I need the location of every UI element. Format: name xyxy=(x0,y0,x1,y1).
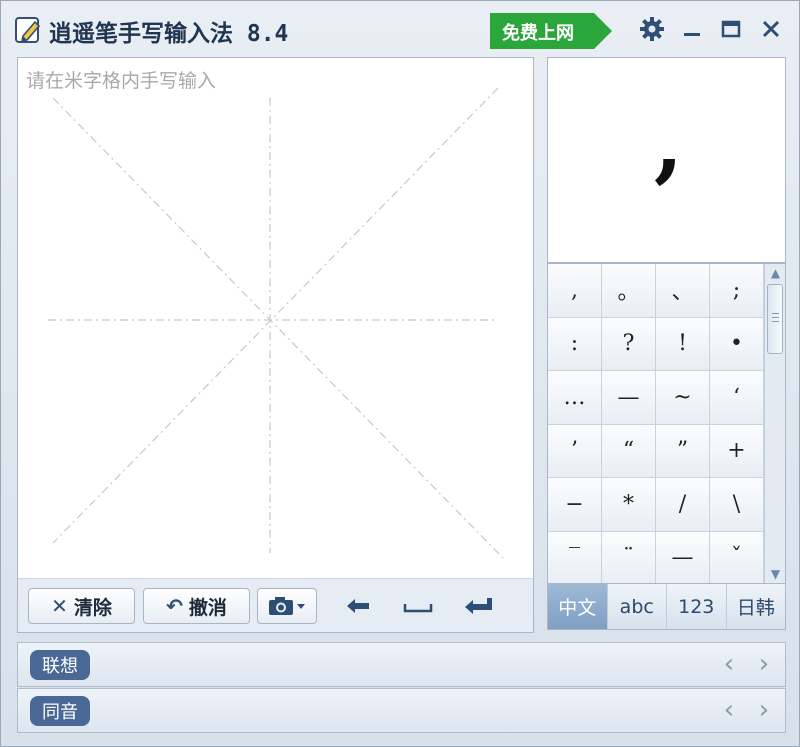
preview-char: , xyxy=(653,92,684,192)
symbol-key[interactable]: / xyxy=(656,478,710,532)
symbol-scrollbar[interactable]: ▲ ▼ xyxy=(764,264,785,583)
space-icon[interactable] xyxy=(401,593,435,619)
symbol-key[interactable]: \ xyxy=(710,478,764,532)
symbol-key[interactable]: 、 xyxy=(656,264,710,318)
association-label[interactable]: 联想 xyxy=(30,650,90,680)
maximize-icon[interactable] xyxy=(717,15,745,43)
lang-tab-3[interactable]: 日韩 xyxy=(726,584,785,629)
symbol-key[interactable]: , xyxy=(548,264,602,318)
undo-button[interactable]: ↶ 撤消 xyxy=(143,588,250,624)
symbol-key[interactable]: ¨ xyxy=(602,531,656,583)
symbol-key[interactable]: — xyxy=(602,371,656,425)
minimize-icon[interactable] xyxy=(678,15,706,43)
undo-label: 撤消 xyxy=(188,596,227,619)
symbol-key[interactable]: ‾ xyxy=(548,531,602,583)
clear-button[interactable]: ✕ 清除 xyxy=(28,588,135,624)
symbol-key[interactable]: ‘ xyxy=(710,371,764,425)
recognized-preview[interactable]: , xyxy=(547,57,786,263)
undo-icon: ↶ xyxy=(166,594,183,618)
lang-tab-0[interactable]: 中文 xyxy=(548,584,608,629)
symbol-key[interactable]: ! xyxy=(656,317,710,371)
symbol-grid: ,。、;:?! •… — ~ ‘’ “” + − * / \ ‾ ¨ — ˇ xyxy=(548,264,764,583)
free-internet-button[interactable]: 免费上网 xyxy=(490,13,612,49)
backspace-arrow-icon[interactable] xyxy=(341,593,375,619)
screenshot-button[interactable] xyxy=(257,588,317,624)
symbol-key[interactable]: * xyxy=(602,478,656,532)
camera-icon xyxy=(269,597,305,615)
close-x-icon: ✕ xyxy=(51,594,68,618)
symbol-key[interactable]: • xyxy=(710,317,764,371)
symbol-key[interactable]: − xyxy=(548,478,602,532)
symbol-key[interactable]: ; xyxy=(710,264,764,318)
symbol-key[interactable]: “ xyxy=(602,424,656,478)
scroll-down-icon[interactable]: ▼ xyxy=(766,565,785,583)
symbol-key[interactable]: 。 xyxy=(602,264,656,318)
title-bar[interactable]: 逍遥笔手写输入法 8.4 免费上网 xyxy=(1,1,799,57)
symbol-key[interactable]: — xyxy=(656,531,710,583)
write-hint: 请在米字格内手写输入 xyxy=(26,70,217,92)
handwriting-panel: 请在米字格内手写输入 ✕ 清除 ↶ 撤消 xyxy=(17,57,534,633)
app-title: 逍遥笔手写输入法 8.4 xyxy=(49,21,289,47)
symbol-key[interactable]: … xyxy=(548,371,602,425)
symbol-panel: ,。、;:?! •… — ~ ‘’ “” + − * / \ ‾ ¨ — ˇ ▲ ▼ xyxy=(547,263,786,584)
symbol-key[interactable]: ? xyxy=(602,317,656,371)
symbol-key[interactable]: ” xyxy=(656,424,710,478)
lang-tab-1[interactable]: abc xyxy=(607,584,667,629)
chevron-left-icon[interactable]: ‹ xyxy=(718,697,740,724)
rice-grid-guides[interactable] xyxy=(18,58,533,578)
symbol-key[interactable]: : xyxy=(548,317,602,371)
symbol-key[interactable]: ~ xyxy=(656,371,710,425)
chevron-left-icon[interactable]: ‹ xyxy=(718,651,740,678)
chevron-right-icon[interactable]: › xyxy=(753,651,775,678)
enter-icon[interactable] xyxy=(461,593,495,619)
ime-window: 逍遥笔手写输入法 8.4 免费上网 请在米字格内手写输入 ✕ 清除 ↶ 撤消 ,… xyxy=(0,0,800,747)
gear-icon[interactable] xyxy=(638,15,666,43)
symbol-key[interactable]: ’ xyxy=(548,424,602,478)
pen-app-icon xyxy=(15,17,41,43)
language-tabs: 中文 abc 123 日韩 xyxy=(547,584,786,630)
close-icon[interactable] xyxy=(757,15,785,43)
homophone-label[interactable]: 同音 xyxy=(30,696,90,726)
association-row: 联想 ‹ › xyxy=(17,642,786,687)
symbol-key[interactable]: ˇ xyxy=(710,531,764,583)
free-internet-label: 免费上网 xyxy=(502,23,574,44)
scroll-up-icon[interactable]: ▲ xyxy=(766,264,785,282)
homophone-row: 同音 ‹ › xyxy=(17,688,786,733)
symbol-key[interactable]: + xyxy=(710,424,764,478)
chevron-right-icon[interactable]: › xyxy=(753,697,775,724)
lang-tab-2[interactable]: 123 xyxy=(667,584,727,629)
clear-label: 清除 xyxy=(73,596,112,619)
scroll-thumb[interactable] xyxy=(767,284,783,354)
write-toolbar: ✕ 清除 ↶ 撤消 xyxy=(18,578,533,632)
